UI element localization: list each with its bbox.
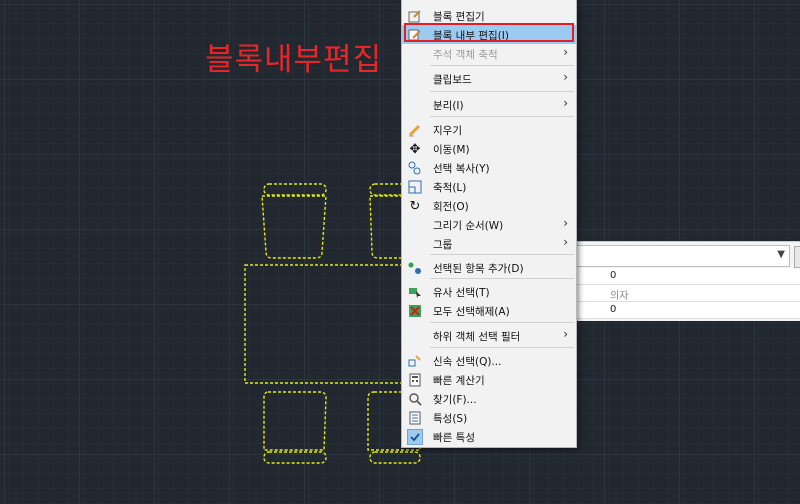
- menu-item-quickcalc[interactable]: 빠른 계산기: [402, 370, 576, 389]
- menu-separator: [430, 254, 574, 255]
- menu-item-scale[interactable]: 축척(L): [402, 177, 576, 196]
- rotate-icon: ↻: [409, 198, 421, 214]
- copy-icon: [407, 160, 423, 176]
- checkmark-icon: [407, 429, 423, 445]
- property-row[interactable]: 0: [575, 268, 800, 285]
- calculator-icon: [407, 372, 423, 388]
- annotation-label: 블록내부편집: [205, 42, 383, 78]
- move-icon: ✥: [409, 141, 421, 157]
- edit-in-place-icon: [407, 27, 423, 43]
- find-icon: [407, 391, 423, 407]
- menu-item-quick-select[interactable]: 신속 선택(Q)...: [402, 351, 576, 370]
- menu-separator: [430, 322, 574, 323]
- property-row[interactable]: 의자: [575, 285, 800, 302]
- menu-item-edit-in-place[interactable]: 블록 내부 편집(I): [402, 25, 576, 44]
- menu-item-annotative-scale[interactable]: 주석 객체 축척 ›: [402, 44, 576, 63]
- eraser-icon: [407, 122, 423, 138]
- menu-item-group[interactable]: 그룹 ›: [402, 234, 576, 253]
- menu-item-clipboard[interactable]: 클립보드 ›: [402, 69, 576, 88]
- menu-item-add-selected[interactable]: 선택된 항목 추가(D): [402, 258, 576, 277]
- menu-item-select-similar[interactable]: 유사 선택(T): [402, 282, 576, 301]
- menu-item-properties[interactable]: 특성(S): [402, 408, 576, 427]
- submenu-arrow-icon: ›: [563, 327, 568, 341]
- scale-icon: [407, 179, 423, 195]
- select-similar-icon: [407, 284, 423, 300]
- menu-item-subobject-filter[interactable]: 하위 객체 선택 필터 ›: [402, 326, 576, 345]
- property-row[interactable]: 0: [575, 302, 800, 319]
- object-type-dropdown[interactable]: ▼: [575, 245, 790, 267]
- menu-separator: [430, 347, 574, 348]
- menu-item-copy-selection[interactable]: 선택 복사(Y): [402, 158, 576, 177]
- menu-item-find[interactable]: 찾기(F)...: [402, 389, 576, 408]
- submenu-arrow-icon: ›: [563, 216, 568, 230]
- add-selected-icon: [407, 260, 423, 276]
- menu-item-isolate[interactable]: 분리(I) ›: [402, 95, 576, 114]
- menu-item-rotate[interactable]: ↻ 회전(O): [402, 196, 576, 215]
- quick-select-icon: [407, 353, 423, 369]
- menu-item-erase[interactable]: 지우기: [402, 120, 576, 139]
- submenu-arrow-icon: ›: [563, 70, 568, 84]
- menu-item-block-editor[interactable]: 블록 편집기: [402, 6, 576, 25]
- block-editor-icon: [407, 8, 423, 24]
- menu-item-deselect-all[interactable]: 모두 선택해제(A): [402, 301, 576, 320]
- properties-icon: [407, 410, 423, 426]
- menu-separator: [430, 91, 574, 92]
- properties-panel: ▼ 0 의자 0: [575, 241, 800, 321]
- menu-item-quick-properties[interactable]: 빠른 특성: [402, 427, 576, 446]
- chevron-down-icon[interactable]: ▼: [777, 249, 785, 260]
- deselect-all-icon: [407, 303, 423, 319]
- menu-separator: [430, 278, 574, 279]
- menu-separator: [430, 65, 574, 66]
- context-menu: 블록 편집기 블록 내부 편집(I) 주석 객체 축척 › 클립보드 › 분리(…: [401, 0, 577, 448]
- submenu-arrow-icon: ›: [563, 45, 568, 59]
- menu-separator: [430, 116, 574, 117]
- menu-item-draw-order[interactable]: 그리기 순서(W) ›: [402, 215, 576, 234]
- submenu-arrow-icon: ›: [563, 96, 568, 110]
- submenu-arrow-icon: ›: [563, 235, 568, 249]
- select-objects-button[interactable]: [794, 246, 800, 268]
- menu-item-move[interactable]: ✥ 이동(M): [402, 139, 576, 158]
